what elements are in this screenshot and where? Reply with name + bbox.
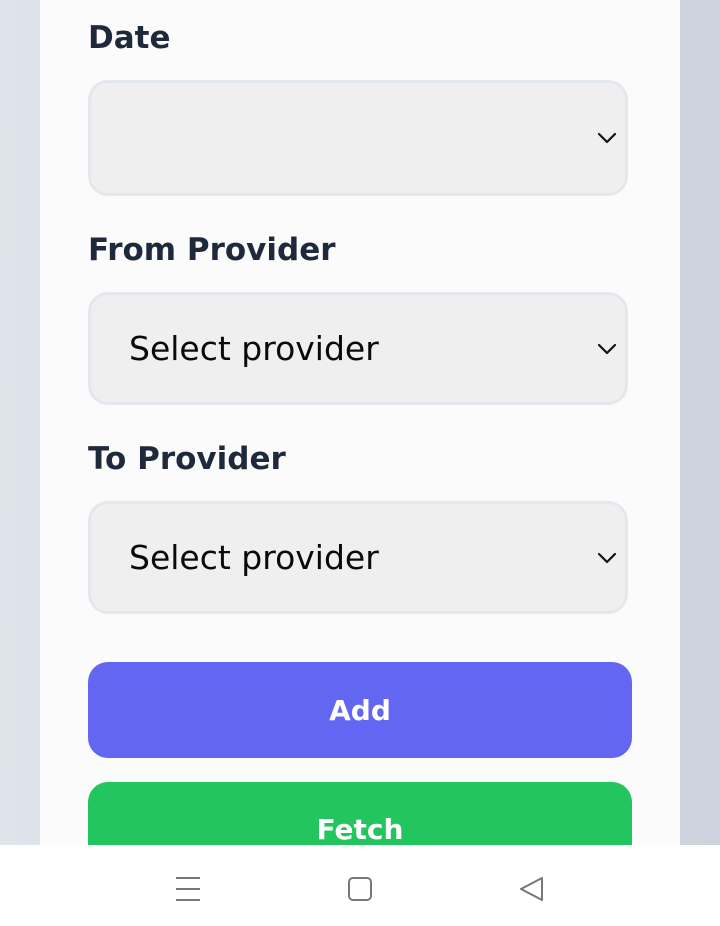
to-provider-label: To Provider [88,441,286,477]
fetch-button-label: Fetch [316,813,404,845]
date-select[interactable] [88,80,628,196]
from-provider-label: From Provider [88,232,336,268]
to-provider-select-value: Select provider [129,538,379,577]
chevron-down-icon [597,132,617,144]
form-card: Date From Provider Select provider To Pr… [40,0,680,845]
menu-icon[interactable] [174,875,202,903]
date-label: Date [88,20,171,56]
chevron-down-icon [597,343,617,354]
to-provider-select[interactable]: Select provider [88,501,628,614]
add-button-label: Add [329,693,391,727]
from-provider-select[interactable]: Select provider [88,292,628,405]
chevron-down-icon [597,552,617,563]
from-provider-select-value: Select provider [129,329,379,368]
fetch-button[interactable]: Fetch [88,782,632,845]
back-triangle-icon[interactable] [518,875,546,903]
add-button[interactable]: Add [88,662,632,758]
home-square-icon[interactable] [346,875,374,903]
